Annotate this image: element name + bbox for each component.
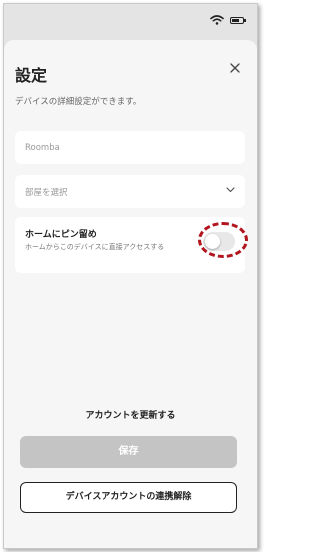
pin-to-home-card: ホームにピン留め ホームからこのデバイスに直接アクセスする <box>15 217 248 273</box>
pin-to-home-toggle[interactable] <box>203 232 235 251</box>
page-title: 設定 <box>15 66 48 85</box>
pin-to-home-description: ホームからこのデバイスに直接アクセスする <box>25 243 165 251</box>
wifi-icon <box>210 15 224 25</box>
phone-frame: 設定 デバイスの詳細設定ができます。 部屋を選択 ホームにピン留め ホームからこ… <box>3 3 258 549</box>
room-select-placeholder: 部屋を選択 <box>25 188 68 198</box>
settings-sheet: 設定 デバイスの詳細設定ができます。 部屋を選択 ホームにピン留め ホームからこ… <box>4 40 257 548</box>
room-select[interactable]: 部屋を選択 <box>15 175 245 208</box>
device-name-input[interactable] <box>15 131 245 164</box>
chevron-down-icon <box>226 187 235 193</box>
close-icon[interactable] <box>229 62 241 74</box>
unlink-device-account-button[interactable]: デバイスアカウントの連携解除 <box>20 482 237 513</box>
battery-icon <box>230 17 246 24</box>
refresh-account-link[interactable]: アカウントを更新する <box>4 408 257 421</box>
save-button[interactable]: 保存 <box>20 436 237 468</box>
toggle-knob <box>205 234 220 249</box>
status-bar <box>4 4 257 40</box>
pin-to-home-title: ホームにピン留め <box>25 230 97 240</box>
page-subtitle: デバイスの詳細設定ができます。 <box>15 97 142 107</box>
device-name-field-container <box>15 131 245 164</box>
